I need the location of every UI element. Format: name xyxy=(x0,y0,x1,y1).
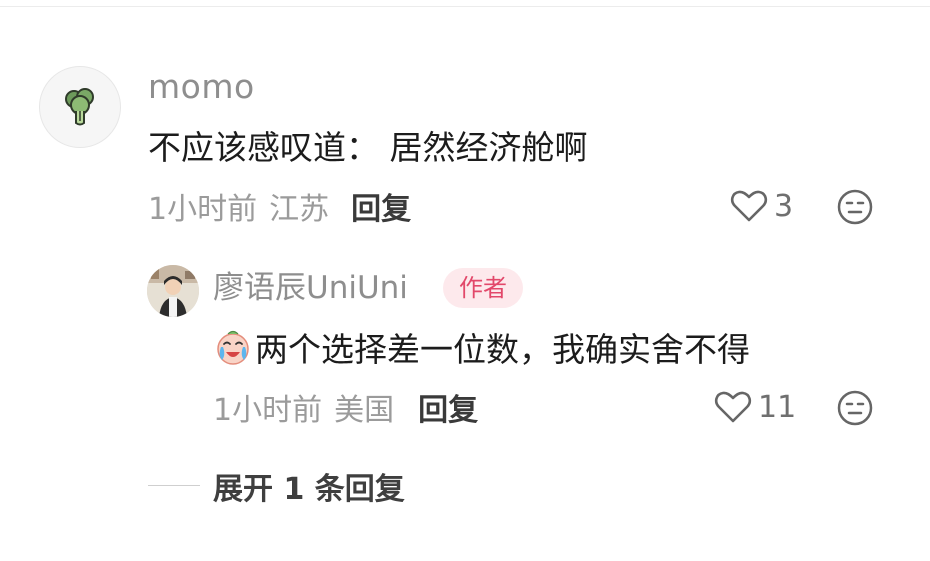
comment-location: 江苏 xyxy=(269,192,330,227)
top-divider xyxy=(0,6,930,7)
reply-like-count: 11 xyxy=(758,389,797,425)
user-photo-avatar xyxy=(147,265,199,317)
author-badge: 作者 xyxy=(443,268,523,308)
reply-time: 1小时前 xyxy=(213,393,323,428)
reply-username[interactable]: 廖语辰UniUni xyxy=(213,267,408,309)
comment-meta: 1小时前 江苏 回复 xyxy=(148,184,411,228)
reply-text: 两个选择差一位数，我确实舍不得 xyxy=(255,330,750,369)
neutral-face-icon[interactable] xyxy=(836,389,874,427)
broccoli-icon xyxy=(65,88,94,126)
reply-like-button[interactable]: 11 xyxy=(714,385,796,429)
reply-reply-button[interactable]: 回复 xyxy=(418,385,478,429)
comment-text: 不应该感叹道： 居然经济舱啊 xyxy=(148,128,588,167)
crying-face-emoji xyxy=(217,330,249,365)
reply-content: 两个选择差一位数，我确实舍不得 xyxy=(213,325,750,369)
commenter-avatar[interactable] xyxy=(39,66,121,148)
reply-location: 美国 xyxy=(334,393,395,428)
commenter-username[interactable]: momo xyxy=(148,66,255,108)
like-button[interactable]: 3 xyxy=(730,184,793,228)
reply-avatar[interactable] xyxy=(147,265,199,317)
neutral-face-icon[interactable] xyxy=(836,188,874,226)
reply-meta: 1小时前 美国 回复 xyxy=(213,385,478,429)
reply-button[interactable]: 回复 xyxy=(351,184,411,228)
expand-divider xyxy=(148,485,200,486)
comment-time: 1小时前 xyxy=(148,192,258,227)
heart-outline-icon xyxy=(714,391,752,423)
expand-replies-button[interactable]: 展开 1 条回复 xyxy=(213,464,405,508)
heart-outline-icon xyxy=(730,190,768,222)
like-count: 3 xyxy=(774,188,794,224)
